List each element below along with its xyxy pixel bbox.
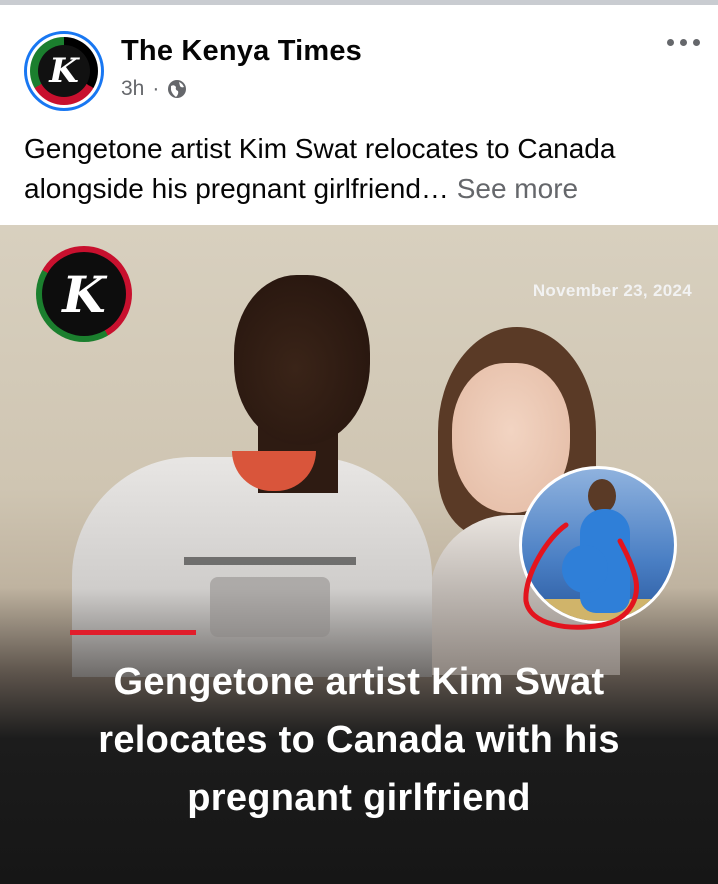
avatar-logo-letter: K — [38, 45, 90, 97]
logo-letter: K — [42, 252, 126, 336]
post-header: K The Kenya Times 3h · Gengetone artist … — [0, 5, 718, 225]
image-date: November 23, 2024 — [532, 281, 692, 300]
post-time[interactable]: 3h — [121, 77, 144, 101]
image-headline: Gengetone artist Kim Swat relocates to C… — [98, 661, 620, 819]
meta-separator: · — [152, 77, 160, 100]
red-circle-annotation — [523, 522, 639, 630]
kenya-times-logo: K — [36, 246, 132, 342]
more-dot — [693, 39, 700, 46]
more-options-button[interactable] — [667, 39, 700, 46]
headline-accent-line — [70, 630, 196, 635]
avatar-logo-ring: K — [30, 37, 98, 105]
post-meta: 3h · — [121, 77, 187, 101]
more-dots-icon — [667, 39, 674, 46]
inset-head — [588, 479, 616, 513]
shirt-graphic — [210, 577, 330, 637]
page-name-link[interactable]: The Kenya Times — [121, 35, 362, 68]
more-dot — [680, 39, 687, 46]
see-more-link[interactable]: See more — [457, 173, 578, 204]
man-shirt — [72, 457, 432, 677]
page-avatar[interactable]: K — [24, 31, 104, 111]
shirt-print — [184, 557, 356, 565]
man-head — [234, 275, 370, 445]
globe-icon[interactable] — [167, 79, 187, 99]
post-image[interactable]: K November 23, 2024 Gengetone artist Kim… — [0, 225, 718, 884]
post-caption: Gengetone artist Kim Swat relocates to C… — [24, 129, 704, 209]
